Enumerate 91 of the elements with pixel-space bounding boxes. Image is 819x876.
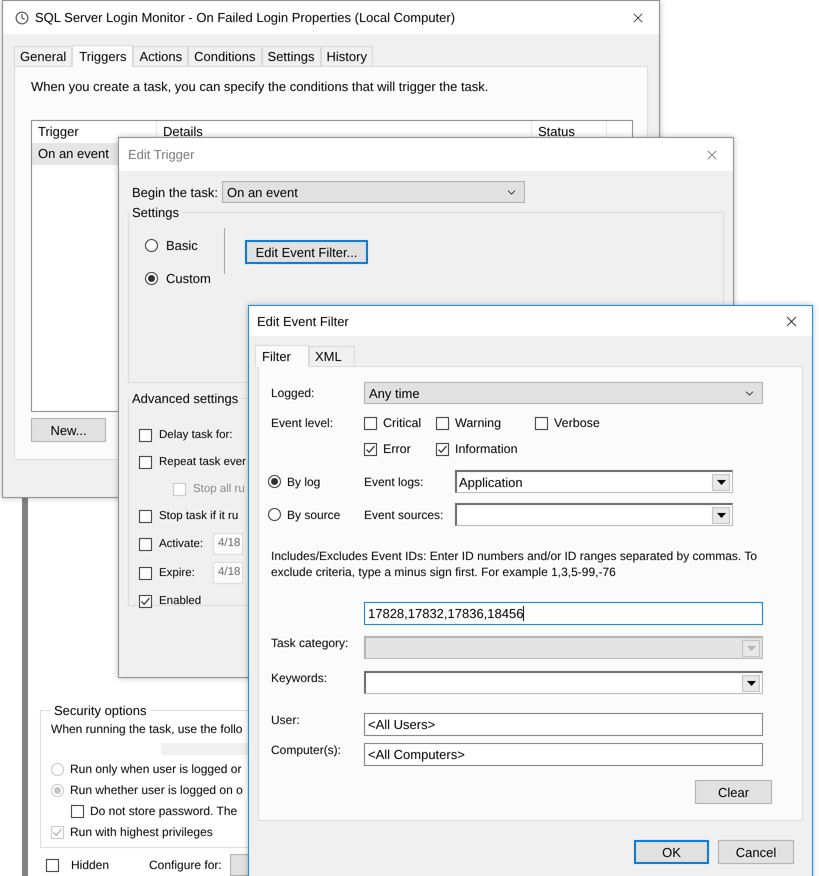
tab[interactable]: General — [14, 46, 72, 66]
checkbox[interactable] — [364, 416, 377, 430]
window-title: SQL Server Login Monitor - On Failed Login Properties (Local Computer) — [35, 10, 456, 25]
tab[interactable]: Actions — [133, 46, 188, 66]
option-label: Custom — [166, 271, 211, 286]
dropdown-button[interactable] — [742, 674, 760, 692]
checkbox[interactable] — [535, 416, 548, 430]
option-label: Activate: — [159, 538, 204, 550]
triangle-icon — [746, 680, 756, 686]
option-label: Run whether user is logged on o — [70, 783, 243, 797]
field-label: Configure for: — [149, 858, 222, 872]
option-label: Expire: — [159, 567, 196, 579]
group-label: Security options — [53, 703, 148, 718]
date-value: 4/18 — [218, 537, 240, 549]
new-button[interactable]: New... — [31, 418, 106, 442]
text-field[interactable]: <All Users> — [364, 713, 763, 736]
combo-value: Application — [459, 474, 523, 490]
tab[interactable]: History — [320, 46, 373, 66]
field-label: Begin the task: — [132, 184, 218, 200]
cancel-button[interactable]: Cancel — [718, 840, 794, 864]
radio-button[interactable] — [268, 475, 281, 488]
option-label: Run with highest privileges — [70, 825, 213, 839]
option-label: Stop all ru — [193, 483, 245, 495]
radio-button[interactable] — [145, 239, 158, 252]
description-text: When you create a task, you can specify the conditions that will trigger the task. — [31, 79, 488, 94]
checkbox[interactable] — [364, 442, 377, 456]
triangle-icon — [746, 646, 756, 650]
checkbox[interactable] — [46, 858, 59, 872]
date-field[interactable]: 4/18 — [213, 562, 243, 584]
checkbox[interactable] — [139, 594, 152, 608]
date-field[interactable]: 4/18 — [213, 533, 243, 555]
option-label: Verbose — [554, 416, 600, 430]
option-label: Do not store password. The — [90, 804, 238, 818]
dropdown-button[interactable] — [712, 474, 730, 490]
checkbox[interactable] — [436, 416, 449, 430]
checkbox[interactable] — [71, 804, 84, 818]
event-ids-field[interactable]: 17828,17832,17836,18456 — [364, 602, 763, 625]
event-log-combo[interactable] — [455, 503, 733, 526]
group-label: Settings — [131, 205, 180, 220]
dialog-title: Edit Event Filter — [257, 314, 350, 328]
group-label: Advanced settings — [131, 391, 240, 406]
event-ids-help-text: Includes/Excludes Event IDs: Enter ID numbers and/or ID ranges separated by commas. To exclude criteria, type a minus sign first. For example 1,3,5-99,-76 — [271, 548, 758, 580]
triangle-icon — [716, 512, 726, 518]
option-label: Warning — [455, 416, 502, 430]
dropdown-button[interactable] — [712, 506, 730, 524]
checkbox[interactable] — [139, 566, 152, 580]
checkbox[interactable] — [436, 442, 449, 456]
option-label: Repeat task ever — [159, 456, 246, 468]
field-label: User: — [271, 713, 300, 727]
radio-button[interactable] — [268, 508, 281, 521]
option-label: Stop task if it ru — [159, 510, 238, 522]
tab[interactable]: Conditions — [188, 46, 262, 66]
clear-button[interactable]: Clear — [695, 780, 772, 804]
field-label: Logged: — [271, 386, 314, 400]
checkbox[interactable] — [139, 456, 152, 468]
field-label: Event sources: — [364, 508, 444, 522]
option-label: Error — [383, 442, 411, 456]
configure-field[interactable] — [230, 854, 250, 876]
option-label: By log — [287, 474, 320, 488]
option-label: Basic — [166, 238, 198, 253]
field-label: Event logs: — [364, 474, 424, 488]
option-label: By source — [287, 508, 340, 522]
triangle-icon — [716, 480, 726, 484]
radio-button[interactable] — [145, 272, 158, 285]
option-label: Critical — [383, 416, 422, 430]
field-label: Event level: — [271, 416, 334, 430]
option-label: Information — [455, 442, 518, 456]
edit-event-filter-button[interactable]: Edit Event Filter... — [245, 240, 368, 264]
text-field[interactable]: <All Computers> — [364, 743, 763, 766]
ok-button[interactable]: OK — [634, 840, 709, 864]
option-label: Enabled — [159, 595, 202, 607]
tab[interactable]: Filter — [255, 345, 309, 367]
date-value: 4/18 — [218, 566, 240, 578]
logged-dropdown[interactable]: Any time — [364, 382, 763, 404]
checkbox[interactable] — [139, 510, 152, 522]
event-log-combo[interactable]: Application — [455, 470, 733, 493]
tab[interactable]: Triggers — [72, 45, 134, 67]
tab[interactable]: XML — [309, 346, 355, 366]
checkbox[interactable] — [139, 428, 152, 442]
field-label: Computer(s): — [271, 743, 342, 757]
option-label: Delay task for: — [159, 429, 232, 441]
begin-task-dropdown[interactable]: On an event — [222, 181, 525, 203]
clock-icon — [15, 10, 29, 24]
combo-field[interactable] — [364, 671, 763, 694]
option-label: Hidden — [71, 858, 110, 872]
option-label: Run only when user is logged or — [70, 762, 242, 776]
field-label: Keywords: — [271, 671, 328, 685]
field-label: Task category: — [271, 636, 348, 650]
checkbox[interactable] — [139, 538, 152, 550]
description-text: When running the task, use the follo — [51, 722, 242, 736]
tab[interactable]: Settings — [262, 46, 321, 66]
